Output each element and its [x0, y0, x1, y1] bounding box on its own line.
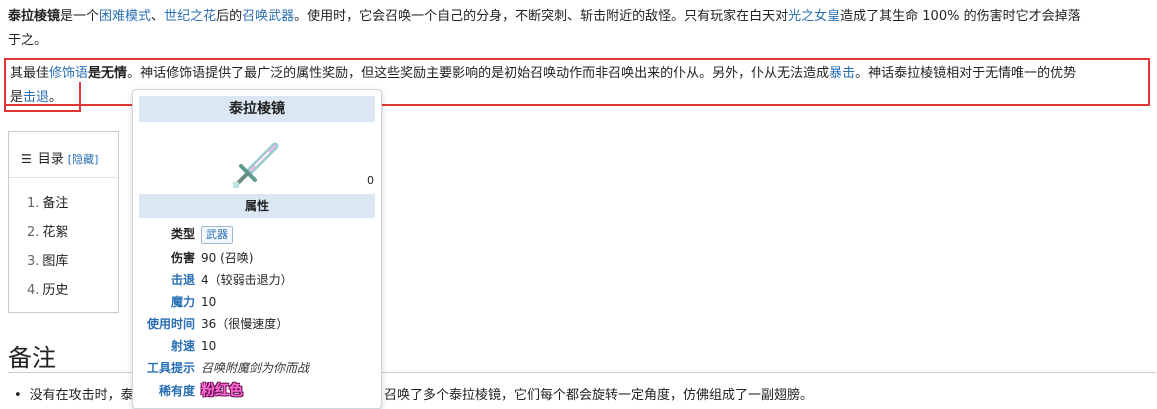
intro-paragraph: 泰拉棱镜是一个困难模式、世纪之花后的召唤武器。使用时，它会召唤一个自己的分身，不… — [8, 5, 1156, 53]
attr-value: 90 (召唤) — [201, 251, 254, 265]
link-summon-weapon[interactable]: 召唤武器 — [242, 9, 294, 24]
attr-value: 10 — [201, 339, 217, 353]
best-modifier: 无情 — [101, 66, 128, 81]
text: 于之。 — [8, 33, 48, 48]
attr-key: 类型 — [170, 227, 195, 241]
toc-label: 花絮 — [42, 225, 69, 240]
item-name: 泰拉棱镜 — [8, 9, 61, 24]
side-mark: 0 — [367, 174, 374, 187]
link-empress[interactable]: 光之女皇 — [788, 9, 840, 24]
attr-row-damage: 伤害 90 (召唤) — [133, 248, 381, 268]
text: 、 — [151, 9, 165, 24]
toc-item-notes[interactable]: 1. 备注 — [27, 192, 68, 221]
type-tag[interactable]: 武器 — [201, 226, 233, 244]
bullet-dot: • — [14, 388, 22, 403]
section-heading: 备注 — [8, 344, 56, 372]
attr-value: 召唤附魔剑为你而战 — [201, 361, 310, 375]
attr-value: 10 — [201, 295, 217, 309]
link-hardmode[interactable]: 困难模式 — [99, 9, 151, 24]
toc-item-trivia[interactable]: 2. 花絮 — [27, 221, 68, 250]
attr-row-tooltip: 工具提示 召唤附魔剑为你而战 — [133, 358, 381, 378]
link-critical[interactable]: 暴击 — [829, 66, 855, 81]
attr-value: 4（较弱击退力） — [201, 273, 293, 287]
highlight-box-tail — [4, 82, 81, 112]
attr-row-rarity: 稀有度 粉红色 — [133, 381, 381, 401]
text: 后的 — [216, 9, 243, 24]
toc-title: 目录 — [37, 152, 64, 167]
toc-item-history[interactable]: 4. 历史 — [27, 279, 68, 308]
text: 是 — [88, 66, 102, 81]
text: 。神话修饰语提供了最广泛的属性奖励，但这些奖励主要影响的是初始召唤动作而非召唤出… — [127, 66, 830, 81]
bullet-text-end: 召唤了多个泰拉棱镜，它们每个都会旋转一定角度，仿佛组成了一副翅膀。 — [384, 388, 814, 403]
text: 其最佳 — [10, 66, 50, 81]
table-of-contents: ☰ 目录 [隐藏] 1. 备注 2. 花絮 3. 图库 4. 历史 — [8, 131, 119, 313]
toc-header: ☰ 目录 [隐藏] — [21, 148, 98, 167]
text: 。使用时，它会召唤一个自己的分身，不断突刺、斩击附近的敌怪。只有玩家在白天对 — [294, 9, 789, 24]
attr-key-link[interactable]: 魔力 — [115, 292, 195, 312]
list-icon: ☰ — [21, 152, 32, 166]
rarity-value: 粉红色 — [201, 383, 243, 399]
attr-row-type: 类型 武器 — [133, 224, 381, 244]
toc-list: 1. 备注 2. 花絮 3. 图库 4. 历史 — [27, 192, 68, 308]
attr-value: 36（很慢速度） — [201, 317, 289, 331]
attr-key-link[interactable]: 使用时间 — [115, 314, 195, 334]
toc-num: 2. — [27, 225, 40, 240]
attr-row-knockback: 击退 4（较弱击退力） — [133, 270, 381, 290]
item-tooltip-card: 泰拉棱镜 0 属性 类型 武器 伤害 90 (召唤) 击退 4（较弱击退力） 魔… — [132, 89, 382, 409]
text: 。神话泰拉棱镜相对于无情唯一的优势 — [855, 66, 1077, 81]
terraprisma-sword-icon — [233, 142, 279, 188]
text: 造成了其生命 100% 的伤害时它才会掉落 — [840, 9, 1081, 24]
attr-row-velocity: 射速 10 — [133, 336, 381, 356]
attr-key: 伤害 — [170, 251, 195, 265]
link-modifier[interactable]: 修饰语 — [49, 66, 88, 81]
attr-key-link[interactable]: 工具提示 — [115, 358, 195, 378]
attr-row-mana: 魔力 10 — [133, 292, 381, 312]
link-plantera[interactable]: 世纪之花 — [164, 9, 216, 24]
text: 是一个 — [60, 9, 100, 24]
divider — [9, 177, 118, 178]
toc-label: 备注 — [42, 196, 69, 211]
toc-num: 1. — [27, 196, 40, 211]
card-title: 泰拉棱镜 — [139, 96, 375, 122]
toc-item-gallery[interactable]: 3. 图库 — [27, 250, 68, 279]
toc-num: 3. — [27, 254, 40, 269]
attr-row-usetime: 使用时间 36（很慢速度） — [133, 314, 381, 334]
attributes-header: 属性 — [139, 194, 375, 218]
attr-key-link[interactable]: 击退 — [115, 270, 195, 290]
attr-key-link[interactable]: 射速 — [115, 336, 195, 356]
attr-key-link[interactable]: 稀有度 — [115, 381, 195, 401]
toc-label: 历史 — [42, 283, 69, 298]
toc-hide-link[interactable]: [隐藏] — [68, 153, 99, 166]
toc-label: 图库 — [42, 254, 69, 269]
toc-num: 4. — [27, 283, 40, 298]
